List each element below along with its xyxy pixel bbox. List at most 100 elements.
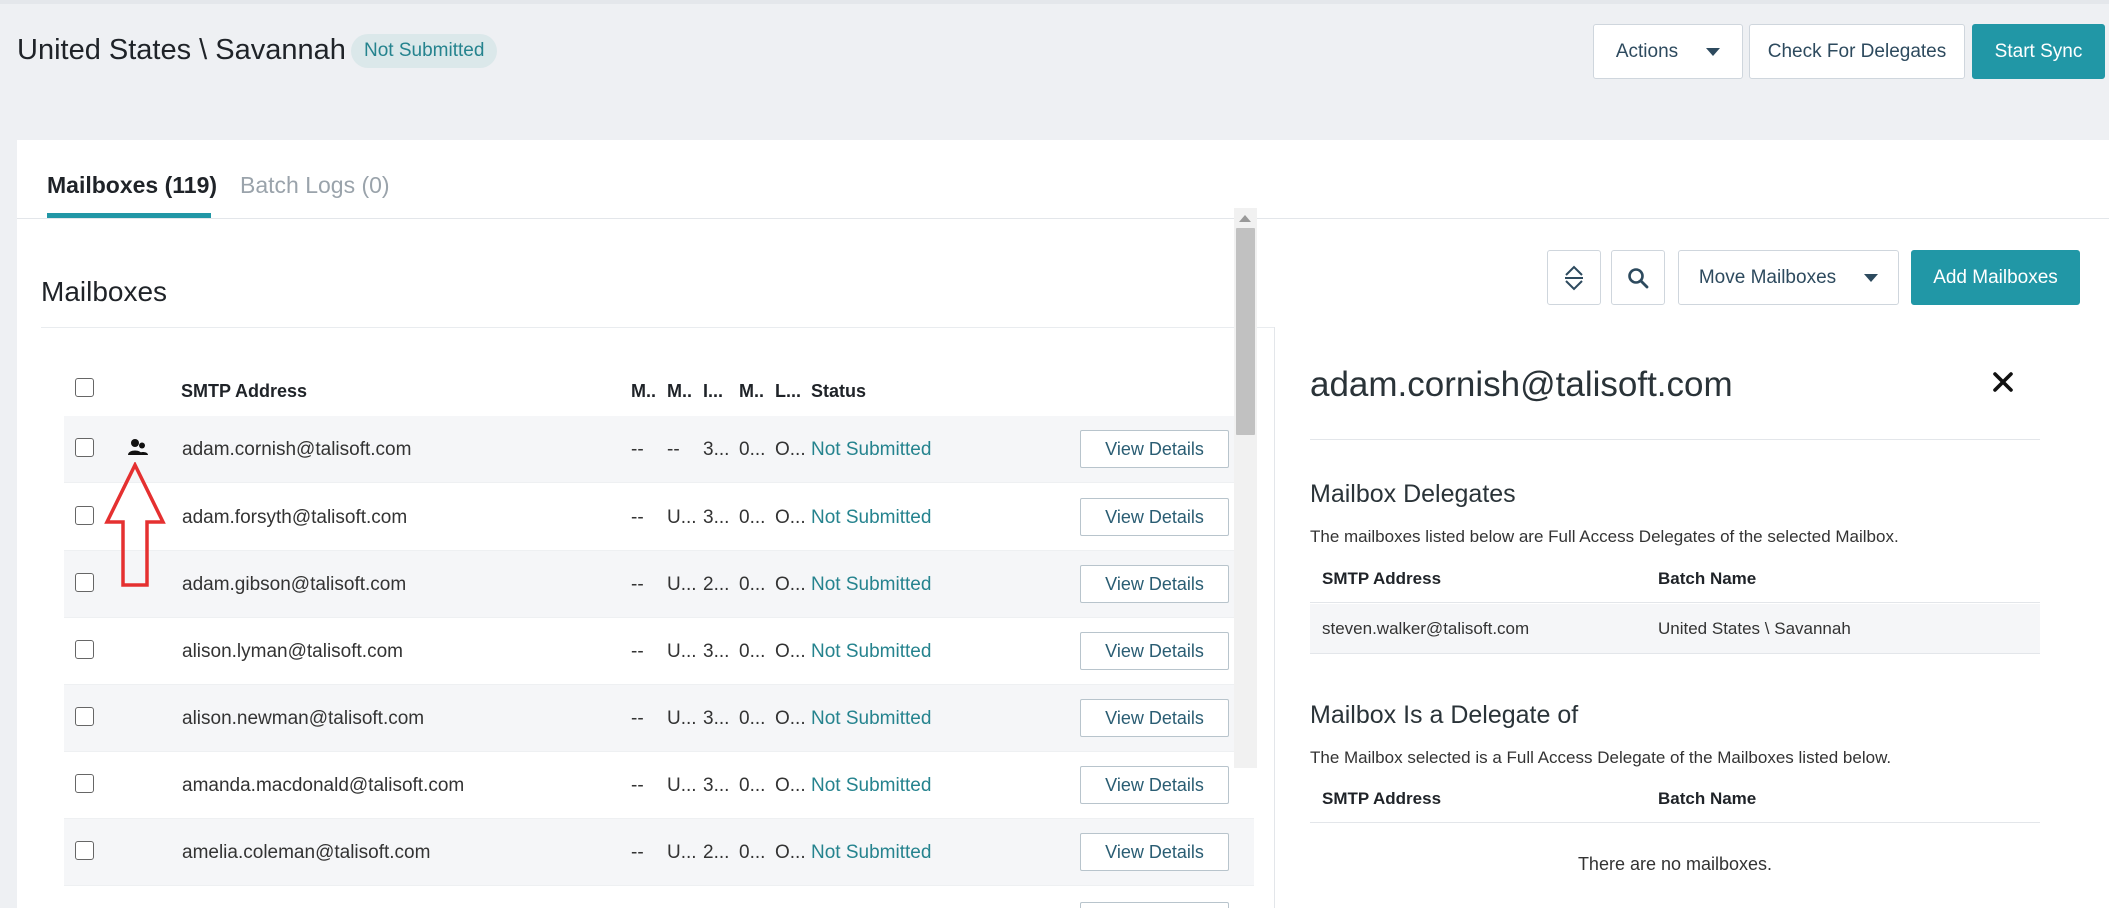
search-icon [1628, 267, 1649, 288]
add-mailboxes-button[interactable]: Add Mailboxes [1911, 250, 2080, 305]
tab-batch-logs[interactable]: Batch Logs (0) [240, 172, 390, 199]
actions-dropdown[interactable]: Actions [1593, 24, 1743, 79]
view-details-button[interactable]: View Details [1080, 498, 1229, 536]
view-details-button[interactable]: View Details [1080, 833, 1229, 871]
cell-l: O... [775, 708, 806, 729]
cell-l: O... [775, 439, 806, 460]
check-delegates-button[interactable]: Check For Delegates [1749, 24, 1965, 79]
view-details-button[interactable]: View Details [1080, 632, 1229, 670]
row-checkbox[interactable] [75, 438, 94, 457]
cell-i: 3... [703, 641, 730, 662]
start-sync-button[interactable]: Start Sync [1972, 24, 2105, 79]
col-i[interactable]: I... [703, 381, 723, 402]
sort-toggle-button[interactable] [1547, 250, 1601, 305]
row-checkbox[interactable] [75, 506, 94, 525]
cell-l: O... [775, 842, 806, 863]
cell-i: 3... [703, 708, 730, 729]
chevron-down-icon [1864, 273, 1879, 282]
col-l[interactable]: L... [775, 381, 801, 402]
smtp-address: alison.newman@talisoft.com [182, 708, 425, 729]
col-m2[interactable]: M.. [667, 381, 692, 402]
view-details-button[interactable]: View Details [1080, 565, 1229, 603]
smtp-address: alison.lyman@talisoft.com [182, 641, 403, 662]
cell-m2: U... [667, 708, 697, 729]
table-row[interactable]: alison.newman@talisoft.com -- U... 3... … [64, 685, 1254, 752]
table-row[interactable]: adam.gibson@talisoft.com -- U... 2... 0.… [64, 551, 1254, 618]
table-row[interactable]: amelia.coleman@talisoft.com -- U... 2...… [64, 819, 1254, 886]
col-m1[interactable]: M.. [631, 381, 656, 402]
scroll-thumb[interactable] [1236, 228, 1255, 435]
cell-m1: -- [631, 775, 644, 796]
table-row[interactable]: alison.lyman@talisoft.com -- U... 3... 0… [64, 618, 1254, 685]
empty-message: There are no mailboxes. [1577, 854, 1773, 874]
table-scrollbar[interactable] [1234, 208, 1257, 768]
annotation-arrow-icon [104, 462, 166, 587]
tab-mailboxes[interactable]: Mailboxes (119) [47, 172, 217, 199]
table-row[interactable]: adam.forsyth@talisoft.com -- U... 3... 0… [64, 484, 1254, 551]
col-status[interactable]: Status [811, 381, 866, 402]
delegates-heading: Mailbox Delegates [1310, 480, 1516, 508]
row-checkbox[interactable] [75, 640, 94, 659]
cell-l: O... [775, 507, 806, 528]
row-checkbox[interactable] [75, 707, 94, 726]
row-checkbox[interactable] [75, 841, 94, 860]
delegates-table-header: SMTP Address Batch Name [1310, 555, 2040, 603]
page-title: United States \ Savannah [17, 34, 346, 66]
col-batch-name: Batch Name [1658, 569, 1757, 588]
row-status: Not Submitted [811, 641, 932, 662]
cell-i: 3... [703, 507, 730, 528]
delegate-of-description: The Mailbox selected is a Full Access De… [1310, 748, 1892, 767]
smtp-address: amanda.macdonald@talisoft.com [182, 775, 465, 796]
col-m3[interactable]: M.. [739, 381, 764, 402]
search-button[interactable] [1611, 250, 1665, 305]
delegate-batch: United States \ Savannah [1658, 619, 1851, 638]
details-panel: adam.cornish@talisoft.com Mailbox Delega… [1274, 327, 2109, 908]
cell-m3: 0... [739, 775, 766, 796]
row-status: Not Submitted [811, 842, 932, 863]
cell-m2: U... [667, 507, 697, 528]
cell-m2: -- [667, 439, 680, 460]
view-details-button[interactable]: View Details [1080, 766, 1229, 804]
scroll-up-arrow-icon[interactable] [1239, 215, 1251, 222]
cell-m1: -- [631, 507, 644, 528]
table-row[interactable]: adam.cornish@talisoft.com -- -- 3... 0..… [64, 416, 1254, 483]
cell-m3: 0... [739, 708, 766, 729]
move-mailboxes-dropdown[interactable]: Move Mailboxes [1678, 250, 1899, 305]
delegate-of-table-header: SMTP Address Batch Name [1310, 775, 2040, 823]
move-mailboxes-label: Move Mailboxes [1698, 267, 1837, 288]
cell-l: O... [775, 641, 806, 662]
active-tab-indicator [47, 213, 211, 218]
view-details-button[interactable]: View Details [1080, 699, 1229, 737]
table-row[interactable]: amanda.macdonald@talisoft.com -- U... 3.… [64, 752, 1254, 819]
delegates-icon[interactable] [128, 438, 148, 458]
cell-m3: 0... [739, 574, 766, 595]
cell-m2: U... [667, 775, 697, 796]
view-details-button[interactable]: View Details [1080, 430, 1229, 468]
table-row[interactable] [64, 886, 1254, 908]
smtp-address: adam.forsyth@talisoft.com [182, 507, 408, 528]
row-status: Not Submitted [811, 708, 932, 729]
sort-icon [1565, 265, 1583, 290]
cell-m3: 0... [739, 439, 766, 460]
cell-i: 2... [703, 842, 730, 863]
col-smtp-address[interactable]: SMTP Address [181, 381, 307, 402]
row-checkbox[interactable] [75, 774, 94, 793]
select-all-checkbox[interactable] [75, 378, 94, 397]
cell-m2: U... [667, 842, 697, 863]
row-status: Not Submitted [811, 574, 932, 595]
smtp-address: adam.cornish@talisoft.com [182, 439, 412, 460]
view-details-button[interactable] [1080, 902, 1229, 908]
row-checkbox[interactable] [75, 573, 94, 592]
cell-l: O... [775, 775, 806, 796]
cell-m3: 0... [739, 641, 766, 662]
cell-i: 2... [703, 574, 730, 595]
close-icon[interactable] [1988, 367, 2018, 397]
delegate-smtp: steven.walker@talisoft.com [1322, 619, 1530, 638]
cell-m2: U... [667, 641, 697, 662]
delegates-description: The mailboxes listed below are Full Acce… [1310, 527, 1899, 546]
mailboxes-table: SMTP Address M.. M.. I... M.. L... Statu… [64, 348, 1274, 908]
details-title: adam.cornish@talisoft.com [1310, 365, 1733, 404]
col-smtp-address: SMTP Address [1322, 569, 1442, 588]
smtp-address: amelia.coleman@talisoft.com [182, 842, 431, 863]
panel-divider [1310, 439, 2040, 440]
